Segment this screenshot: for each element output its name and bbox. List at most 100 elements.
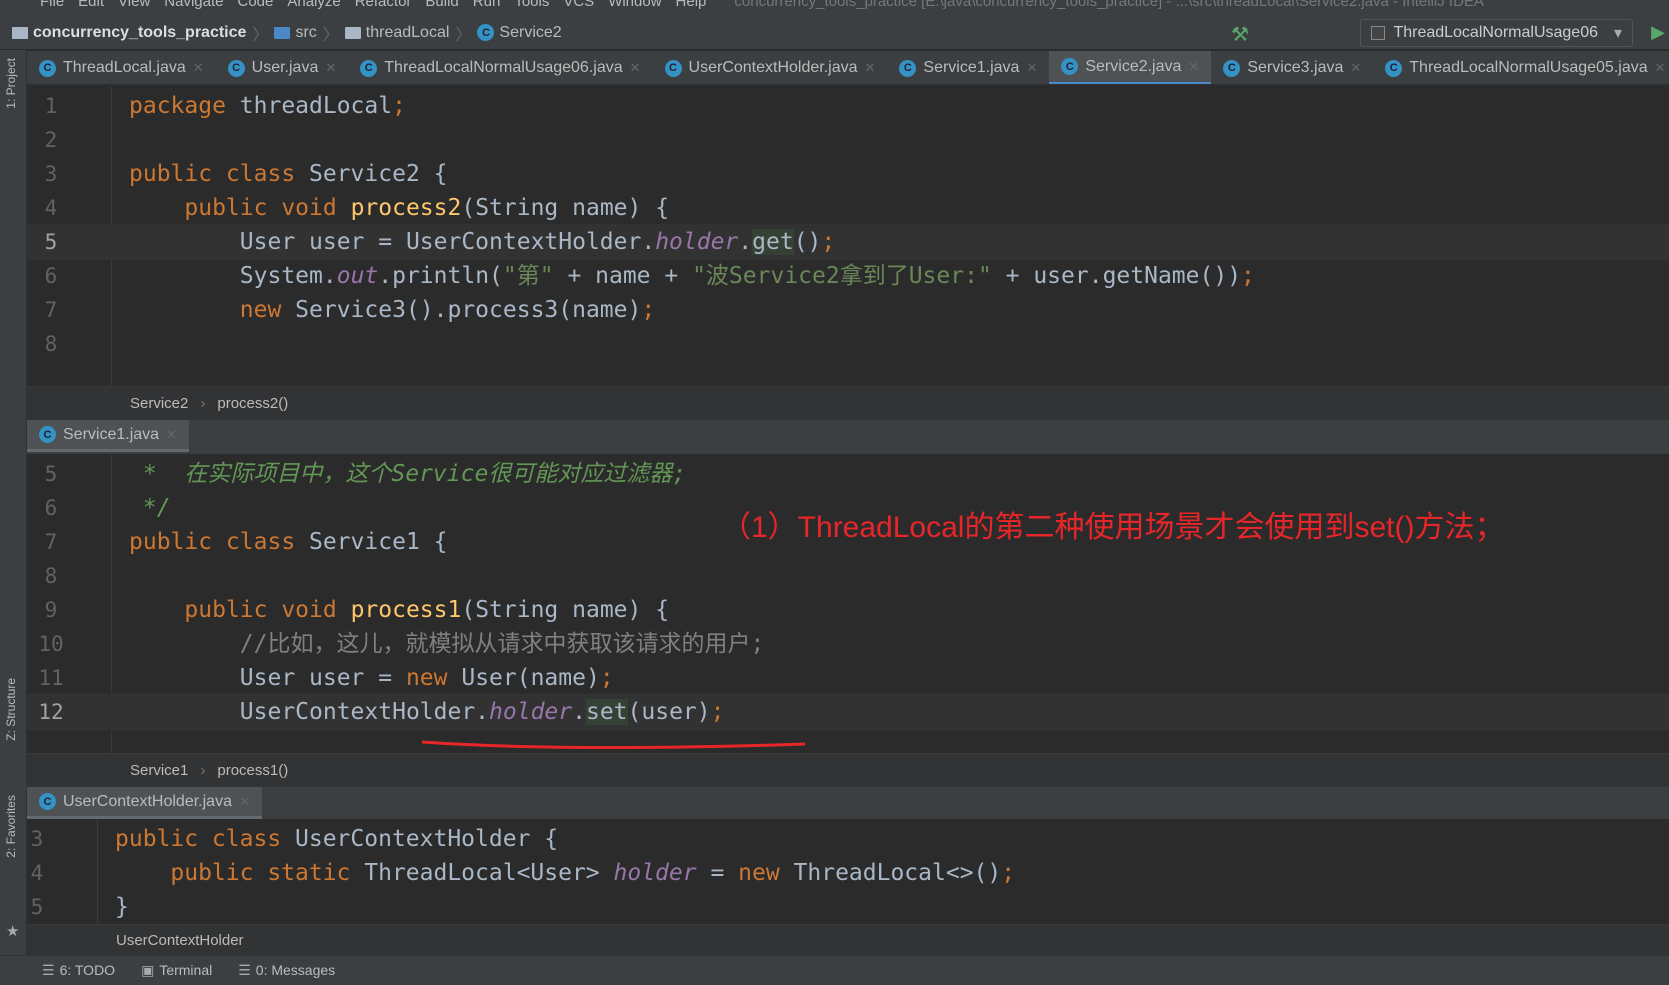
tab-service1[interactable]: C Service1.java ✕ [887, 51, 1049, 84]
code-token: public static [115, 860, 365, 886]
breadcrumb-method[interactable]: process2() [217, 395, 288, 412]
terminal-icon: ▣ [141, 962, 155, 978]
code-token: Service3().process3(name) [295, 297, 642, 323]
menu-refactor[interactable]: Refactor [355, 0, 412, 16]
breadcrumb-src[interactable]: src [274, 23, 317, 42]
menu-analyze[interactable]: Analyze [287, 0, 340, 16]
breadcrumb-package[interactable]: threadLocal [344, 24, 449, 42]
run-configuration-select[interactable]: ThreadLocalNormalUsage06 [1360, 19, 1633, 47]
messages-tool-button[interactable]: ☰ 0: Messages [238, 962, 335, 979]
split-tabs-service1: C Service1.java ✕ [27, 420, 1669, 454]
tab-usercontextholder[interactable]: C UserContextHolder.java ✕ [653, 51, 888, 84]
menu-code[interactable]: Code [237, 0, 273, 16]
code-token: UserContextHolder. [129, 699, 490, 725]
code-text: //比如，这儿，就模拟从请求中获取该请求的用户; [129, 626, 765, 662]
code-line[interactable]: 9 public void process1(String name) { [27, 592, 1669, 628]
code-text: public void process1(String name) { [129, 592, 669, 628]
menu-view[interactable]: View [118, 0, 150, 16]
code-line[interactable]: 5 * 在实际项目中，这个Service很可能对应过滤器; [27, 456, 1669, 492]
close-icon[interactable]: ✕ [166, 427, 177, 443]
code-line[interactable]: 10 //比如，这儿，就模拟从请求中获取该请求的用户; [27, 626, 1669, 662]
project-tool-button[interactable]: 1: Project [4, 58, 18, 109]
menu-vcs[interactable]: VCS [563, 0, 594, 16]
code-line[interactable]: 3 public class UserContextHolder { [27, 821, 1669, 857]
code-line[interactable]: 11 User user = new User(name); [27, 660, 1669, 696]
close-icon[interactable]: ✕ [630, 60, 641, 76]
tab-threadlocalnormalusage06[interactable]: C ThreadLocalNormalUsage06.java ✕ [348, 51, 652, 84]
class-icon: C [899, 59, 917, 77]
build-hammer-icon[interactable]: ⚒ [1231, 22, 1249, 47]
terminal-tool-button[interactable]: ▣ Terminal [141, 962, 212, 979]
tab-label: UserContextHolder.java [63, 792, 232, 810]
red-underline-mark [421, 740, 806, 750]
editor-usercontextholder[interactable]: 3 public class UserContextHolder {4 publi… [27, 819, 1669, 924]
code-line[interactable]: 8 [27, 326, 1669, 362]
close-icon[interactable]: ✕ [1655, 60, 1666, 76]
code-token: User(name) [447, 665, 600, 691]
code-text: public void process2(String name) { [129, 190, 669, 226]
code-line[interactable]: 4 public static ThreadLocal<User> holder… [27, 855, 1669, 891]
tab-service1-split[interactable]: C Service1.java ✕ [27, 420, 189, 452]
menu-run[interactable]: Run [473, 0, 501, 16]
breadcrumb-class[interactable]: Service2 [130, 395, 188, 412]
code-token: . [572, 699, 586, 725]
close-icon[interactable]: ✕ [865, 60, 876, 76]
code-line[interactable]: 6 System.out.println("第" + name + "波Serv… [27, 258, 1669, 294]
favorites-tool-button[interactable]: 2: Favorites [4, 795, 18, 858]
close-icon[interactable]: ✕ [1188, 59, 1199, 75]
breadcrumb-class[interactable]: Service1 [130, 762, 188, 779]
code-line[interactable]: 4 public void process2(String name) { [27, 190, 1669, 226]
code-token: ; [392, 93, 406, 119]
menu-file[interactable]: File [40, 0, 64, 16]
code-token: + name + [553, 263, 693, 289]
close-icon[interactable]: ✕ [1350, 60, 1361, 76]
code-line[interactable]: 5} [27, 889, 1669, 924]
editor-service2[interactable]: 1 package threadLocal; 2 3 public class Serv… [27, 86, 1669, 386]
class-icon: C [360, 59, 378, 77]
code-line[interactable]: 7 new Service3().process3(name); [27, 292, 1669, 328]
line-number: 2 [44, 128, 58, 152]
structure-tool-button[interactable]: Z: Structure [4, 678, 18, 741]
close-icon[interactable]: ✕ [325, 60, 336, 76]
code-token: public void [129, 195, 351, 221]
tab-user[interactable]: C User.java ✕ [216, 51, 349, 84]
menu-tools[interactable]: Tools [514, 0, 549, 16]
code-token: ; [821, 229, 836, 255]
code-line[interactable]: 12 UserContextHolder.holder.set(user); [27, 694, 1669, 730]
code-token: ThreadLocal<>() [779, 860, 1002, 886]
menu-edit[interactable]: Edit [78, 0, 104, 16]
close-icon[interactable]: ✕ [193, 60, 204, 76]
code-token: (user) [627, 699, 711, 725]
close-icon[interactable]: ✕ [1026, 60, 1037, 76]
menu-navigate[interactable]: Navigate [164, 0, 223, 16]
breadcrumb-class[interactable]: UserContextHolder [116, 932, 244, 949]
breadcrumb-method[interactable]: process1() [217, 762, 288, 779]
editor-service1[interactable]: 5 * 在实际项目中，这个Service很可能对应过滤器; 6 */ 7 public… [27, 454, 1669, 753]
breadcrumb-file[interactable]: C Service2 [477, 24, 562, 42]
tab-usercontextholder-split[interactable]: C UserContextHolder.java ✕ [27, 787, 262, 819]
menu-build[interactable]: Build [425, 0, 458, 16]
menu-window[interactable]: Window [608, 0, 661, 16]
run-config-label: ThreadLocalNormalUsage06 [1393, 24, 1598, 41]
tab-service3[interactable]: C Service3.java ✕ [1211, 51, 1373, 84]
code-token: () [793, 229, 822, 255]
code-line[interactable]: 2 [27, 122, 1669, 158]
class-icon: C [227, 59, 245, 77]
code-line[interactable]: 1 package threadLocal; [27, 88, 1669, 124]
tab-threadlocal[interactable]: C ThreadLocal.java ✕ [27, 51, 216, 84]
menu-help[interactable]: Help [676, 0, 707, 16]
code-token: ; [1001, 860, 1016, 886]
messages-label: 0: Messages [255, 962, 336, 978]
tab-service2[interactable]: C Service2.java ✕ [1049, 51, 1212, 84]
run-play-icon[interactable]: ▶ [1651, 22, 1665, 43]
code-line[interactable]: 8 [27, 558, 1669, 594]
todo-tool-button[interactable]: ☰ 6: TODO [42, 962, 115, 979]
breadcrumb-project[interactable]: concurrency_tools_practice [12, 24, 246, 42]
code-token: //比如，这儿，就模拟从请求中获取该请求的用户; [129, 631, 765, 657]
code-line[interactable]: 3 public class Service2 { [27, 156, 1669, 192]
breadcrumb-src-label: src [295, 23, 317, 41]
class-icon: C [664, 59, 682, 77]
tab-threadlocalnormalusage05[interactable]: C ThreadLocalNormalUsage05.java ✕ [1373, 51, 1669, 84]
code-line[interactable]: 5 User user = UserContextHolder.holder.g… [27, 224, 1669, 260]
close-icon[interactable]: ✕ [239, 794, 250, 810]
